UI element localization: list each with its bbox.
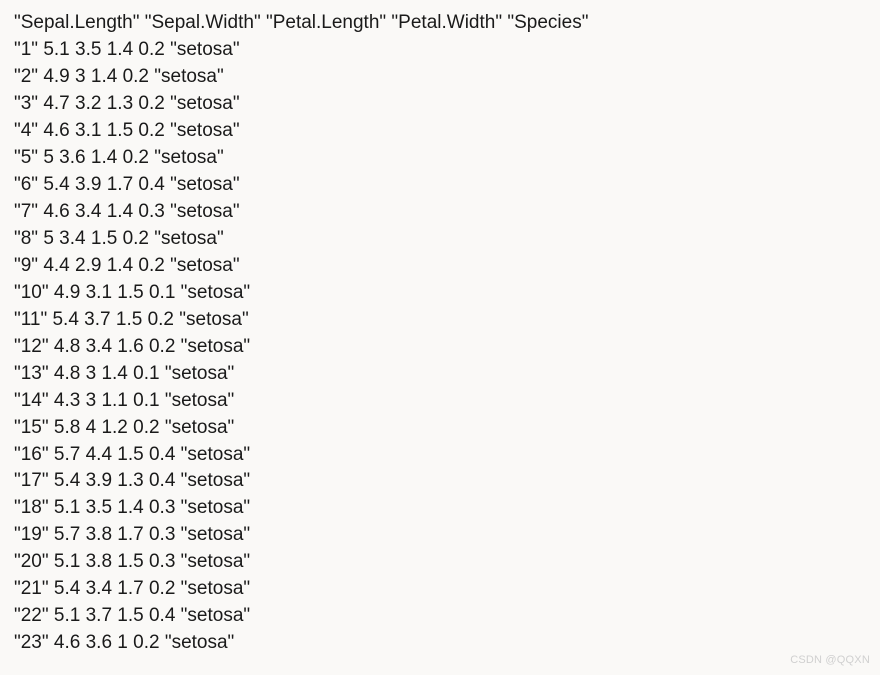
data-row: "4" 4.6 3.1 1.5 0.2 "setosa" [14,118,866,145]
data-row: "20" 5.1 3.8 1.5 0.3 "setosa" [14,549,866,576]
data-row: "2" 4.9 3 1.4 0.2 "setosa" [14,64,866,91]
data-row: "18" 5.1 3.5 1.4 0.3 "setosa" [14,495,866,522]
data-row: "5" 5 3.6 1.4 0.2 "setosa" [14,145,866,172]
data-row: "15" 5.8 4 1.2 0.2 "setosa" [14,415,866,442]
data-row: "3" 4.7 3.2 1.3 0.2 "setosa" [14,91,866,118]
data-row: "23" 4.6 3.6 1 0.2 "setosa" [14,630,866,657]
data-row: "9" 4.4 2.9 1.4 0.2 "setosa" [14,253,866,280]
header-row: "Sepal.Length" "Sepal.Width" "Petal.Leng… [14,10,866,37]
data-row: "7" 4.6 3.4 1.4 0.3 "setosa" [14,199,866,226]
data-row: "21" 5.4 3.4 1.7 0.2 "setosa" [14,576,866,603]
data-row: "14" 4.3 3 1.1 0.1 "setosa" [14,388,866,415]
data-row: "10" 4.9 3.1 1.5 0.1 "setosa" [14,280,866,307]
data-row: "22" 5.1 3.7 1.5 0.4 "setosa" [14,603,866,630]
data-row: "11" 5.4 3.7 1.5 0.2 "setosa" [14,307,866,334]
data-row: "16" 5.7 4.4 1.5 0.4 "setosa" [14,442,866,469]
data-row: "17" 5.4 3.9 1.3 0.4 "setosa" [14,468,866,495]
data-row: "6" 5.4 3.9 1.7 0.4 "setosa" [14,172,866,199]
data-container: "1" 5.1 3.5 1.4 0.2 "setosa""2" 4.9 3 1.… [14,37,866,657]
watermark: CSDN @QQXN [790,653,870,669]
data-row: "8" 5 3.4 1.5 0.2 "setosa" [14,226,866,253]
data-row: "19" 5.7 3.8 1.7 0.3 "setosa" [14,522,866,549]
data-row: "13" 4.8 3 1.4 0.1 "setosa" [14,361,866,388]
data-row: "12" 4.8 3.4 1.6 0.2 "setosa" [14,334,866,361]
data-row: "1" 5.1 3.5 1.4 0.2 "setosa" [14,37,866,64]
